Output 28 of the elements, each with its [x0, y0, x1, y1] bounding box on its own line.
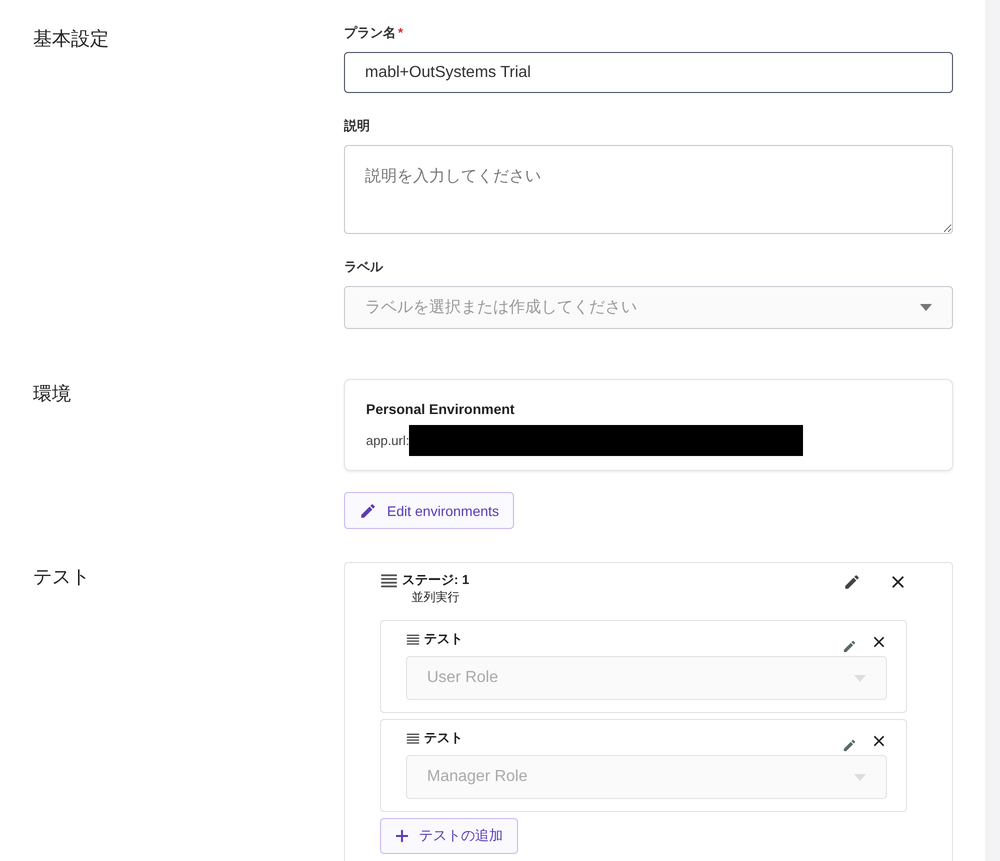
drag-handle-icon[interactable] — [406, 731, 420, 745]
drag-handle-icon[interactable] — [406, 632, 420, 646]
field-label: プラン名* — [344, 24, 404, 42]
stage-mode: 並列実行 — [412, 589, 460, 606]
edit-icon[interactable] — [842, 738, 857, 752]
edit-icon[interactable] — [842, 638, 857, 654]
test-label: テスト — [424, 630, 463, 648]
field-label: 説明 — [344, 117, 371, 135]
dropdown-caret-icon — [854, 674, 866, 682]
close-icon[interactable] — [871, 733, 887, 749]
plus-icon — [395, 829, 409, 843]
edit-environments-button[interactable]: Edit environments — [344, 492, 514, 529]
test-label: テスト — [424, 729, 463, 747]
stage-title: ステージ: 1 — [402, 571, 470, 589]
section-title: 基本設定 — [32, 28, 110, 52]
description-input[interactable]: 説明を入力してください — [344, 145, 953, 234]
section-title: テスト — [32, 566, 91, 590]
environment-name: Personal Environment — [366, 401, 516, 417]
edit-icon[interactable] — [843, 573, 861, 591]
url-label: app.url: — [366, 433, 410, 448]
pencil-icon — [359, 502, 377, 520]
add-test-button[interactable]: テストの追加 — [380, 818, 518, 854]
dropdown-caret-icon — [920, 304, 932, 311]
dropdown-caret-icon — [854, 774, 866, 780]
close-icon[interactable] — [871, 634, 887, 650]
plan-name-input[interactable]: mabl+OutSystems Trial — [344, 52, 953, 93]
field-label: ラベル — [344, 258, 384, 276]
section-title: 環境 — [32, 383, 72, 407]
